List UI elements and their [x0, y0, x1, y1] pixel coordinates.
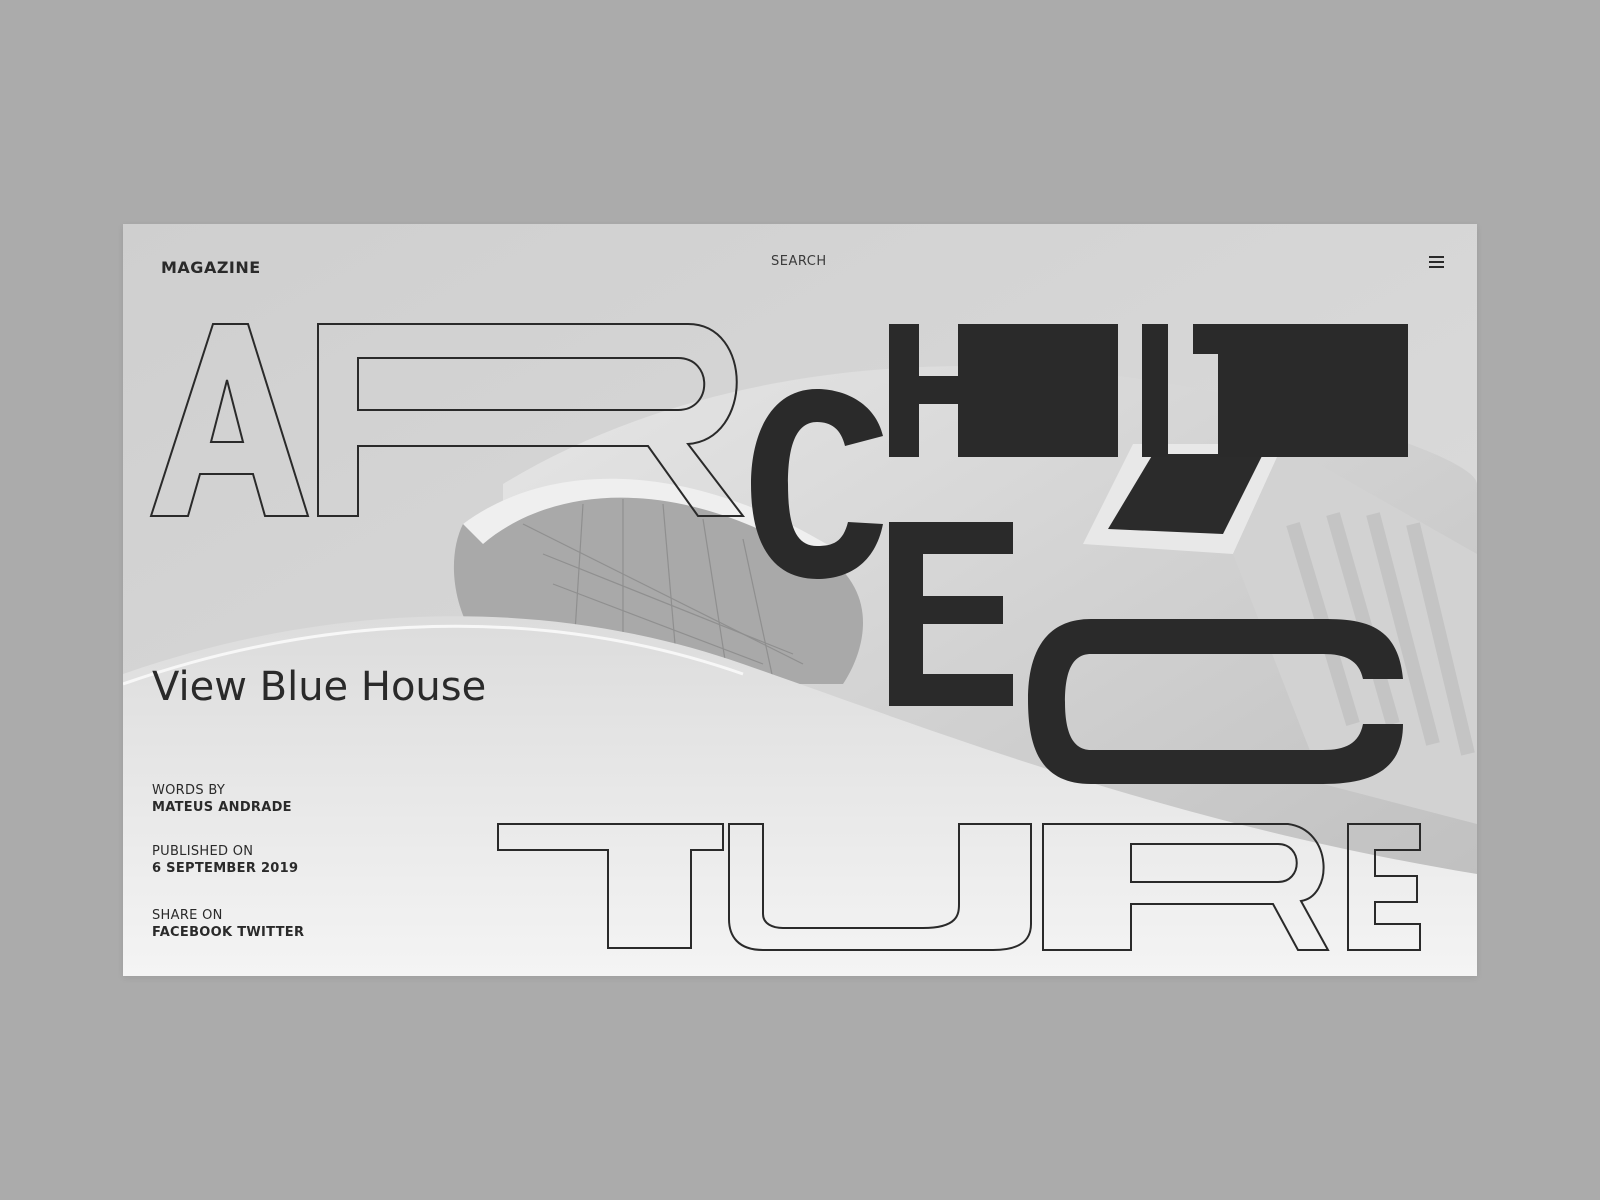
hero-photo	[123, 224, 1477, 976]
share-block: SHARE ON FACEBOOK TWITTER	[152, 907, 304, 941]
words-by-label: WORDS BY	[152, 783, 226, 798]
share-label: SHARE ON	[152, 908, 223, 923]
published-label: PUBLISHED ON	[152, 844, 254, 859]
share-facebook-link[interactable]: FACEBOOK	[152, 925, 232, 940]
hamburger-menu-icon[interactable]	[1429, 256, 1444, 269]
published-date: 6 SEPTEMBER 2019	[152, 861, 299, 876]
article-headline-link[interactable]: View Blue House	[152, 664, 486, 710]
hero-card: MAGAZINE SEARCH View Blue House WORDS BY…	[123, 224, 1477, 976]
magazine-logo[interactable]: MAGAZINE	[161, 258, 261, 277]
search-link[interactable]: SEARCH	[771, 254, 827, 269]
published-block: PUBLISHED ON 6 SEPTEMBER 2019	[152, 843, 298, 877]
author-block: WORDS BY MATEUS ANDRADE	[152, 782, 292, 816]
author-name: MATEUS ANDRADE	[152, 800, 292, 815]
share-twitter-link[interactable]: TWITTER	[237, 925, 304, 940]
share-links: FACEBOOK TWITTER	[152, 924, 304, 941]
